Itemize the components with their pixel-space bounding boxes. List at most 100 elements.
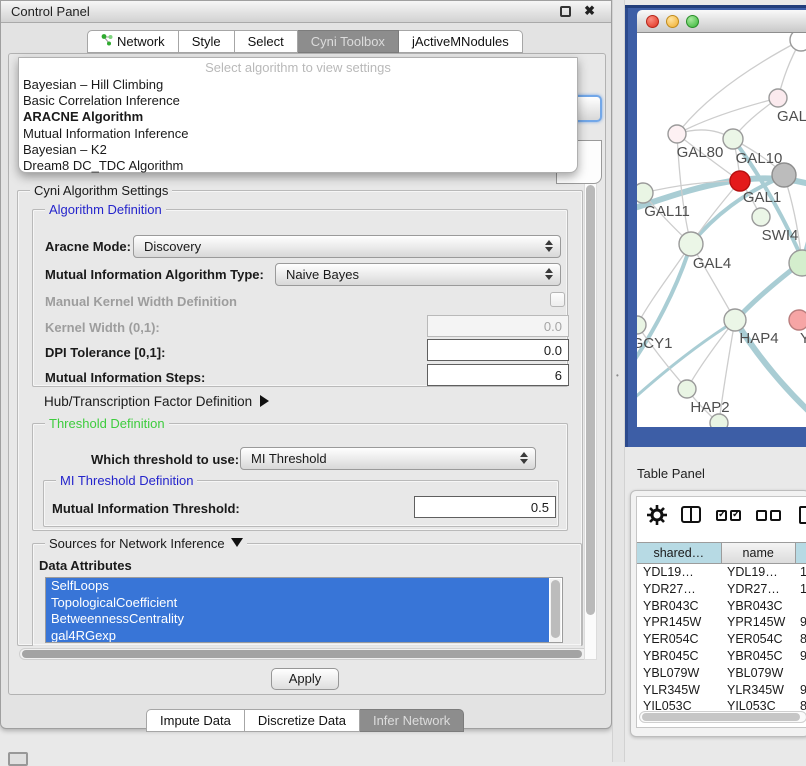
node-label-hap4: HAP4 — [739, 330, 778, 347]
algorithm-option-mutual-information-inference[interactable]: Mutual Information Inference — [21, 126, 575, 142]
table-row[interactable]: YER054CYER054C8. — [637, 631, 806, 648]
attributes-scrollbar[interactable] — [550, 579, 561, 643]
tab-select[interactable]: Select — [235, 30, 298, 53]
column-header-clipped[interactable] — [796, 543, 806, 563]
bottom-tab-discretize-data[interactable]: Discretize Data — [245, 709, 360, 732]
column-header-shared[interactable]: shared… — [637, 543, 722, 563]
hub-section-label: Hub/Transcription Factor Definition — [44, 394, 252, 409]
network-node-hap4[interactable] — [724, 309, 746, 331]
tab-cyni-toolbox[interactable]: Cyni Toolbox — [298, 30, 399, 53]
control-panel-titlebar[interactable]: Control Panel ✖ — [1, 1, 611, 23]
aracne-mode-value: Discovery — [144, 239, 201, 254]
control-panel-title: Control Panel — [11, 4, 90, 19]
network-node-gal4[interactable] — [679, 232, 703, 256]
collapsed-panel-icon[interactable] — [8, 752, 28, 766]
close-icon[interactable]: ✖ — [584, 3, 595, 19]
table-function-icon[interactable] — [799, 506, 806, 524]
network-node-swi4[interactable] — [752, 208, 770, 226]
network-node[interactable] — [790, 33, 806, 51]
tab-jactivemnodules[interactable]: jActiveMNodules — [399, 30, 523, 53]
network-node-gcy1[interactable] — [637, 316, 646, 334]
kernel-width-field[interactable]: 0.0 — [427, 315, 569, 337]
network-node[interactable] — [772, 163, 796, 187]
table-row[interactable]: YBL079WYBL079W — [637, 665, 806, 682]
mi-threshold-value: 0.5 — [531, 500, 549, 515]
algorithm-definition-group: Algorithm Definition Aracne Mode: Discov… — [32, 209, 568, 387]
algorithm-option-dream8-dc-tdc-algorithm[interactable]: Dream8 DC_TDC Algorithm — [21, 158, 575, 174]
zoom-traffic-light-icon[interactable] — [686, 15, 699, 28]
split-panel-icon[interactable] — [681, 506, 701, 523]
table-settings-gear-icon[interactable] — [647, 505, 667, 525]
cell: YDL19… — [727, 565, 778, 579]
bottom-tab-infer-network[interactable]: Infer Network — [360, 709, 464, 732]
table-row[interactable]: YLR345WYLR345W9. — [637, 682, 806, 699]
dpi-tolerance-field[interactable]: 0.0 — [427, 339, 569, 361]
table-row[interactable]: YDR27…YDR27…12 — [637, 581, 806, 598]
node-label-gal1: GAL1 — [743, 189, 781, 206]
bottom-tab-impute-data[interactable]: Impute Data — [146, 709, 245, 732]
which-threshold-select[interactable]: MI Threshold — [240, 447, 536, 470]
network-node-gal10[interactable] — [723, 129, 743, 149]
mi-threshold-definition-title: MI Threshold Definition — [56, 473, 197, 488]
hub-transcription-factor-section[interactable]: Hub/Transcription Factor Definition — [44, 394, 269, 409]
attribute-item-gal4rgexp[interactable]: gal4RGexp — [46, 628, 549, 644]
network-window-titlebar[interactable] — [637, 10, 806, 33]
checked-box-icon[interactable] — [730, 510, 741, 521]
settings-horizontal-scrollbar[interactable] — [19, 648, 597, 660]
unchecked-box-icon[interactable] — [770, 510, 781, 521]
column-header-name[interactable]: name — [722, 543, 796, 563]
algorithm-option-basic-correlation-inference[interactable]: Basic Correlation Inference — [21, 93, 575, 109]
network-node-gal11[interactable] — [637, 183, 653, 203]
attribute-item-betweennesscentrality[interactable]: BetweennessCentrality — [46, 611, 549, 628]
aracne-mode-select[interactable]: Discovery — [133, 235, 561, 258]
dpi-tolerance-value: 0.0 — [544, 343, 562, 358]
attribute-item-topologicalcoefficient[interactable]: TopologicalCoefficient — [46, 595, 549, 612]
mi-threshold-field[interactable]: 0.5 — [414, 496, 556, 518]
tab-style[interactable]: Style — [179, 30, 235, 53]
settings-vertical-scrollbar[interactable] — [584, 182, 597, 660]
checked-box-icon[interactable] — [716, 510, 727, 521]
unchecked-box-icon[interactable] — [756, 510, 767, 521]
mi-steps-value: 6 — [555, 368, 562, 383]
algorithm-option-bayesian-hill-climbing[interactable]: Bayesian – Hill Climbing — [21, 77, 575, 93]
algorithm-option-aracne-algorithm[interactable]: ARACNE Algorithm — [21, 109, 575, 125]
table-row[interactable]: YPR145WYPR145W9. — [637, 614, 806, 631]
mi-steps-field[interactable]: 6 — [427, 364, 569, 386]
algorithm-prompt: Select algorithm to view settings — [19, 60, 577, 75]
tab-network[interactable]: Network — [87, 30, 179, 53]
tab-jactivemnodules-label: jActiveMNodules — [412, 31, 509, 53]
mi-algorithm-type-value: Naive Bayes — [286, 267, 359, 282]
splitter-handle-icon[interactable]: • — [616, 372, 621, 379]
panel-splitter[interactable] — [612, 0, 625, 762]
apply-button[interactable]: Apply — [271, 668, 339, 690]
node-label-gal10: GAL10 — [736, 150, 783, 167]
network-canvas[interactable]: GALGAL80GAL10GAL1GAL11SWI4GAL4GCY1HAP4YH… — [637, 33, 806, 427]
attribute-item-selfloops[interactable]: SelfLoops — [46, 578, 549, 595]
network-node-gal1[interactable] — [730, 171, 750, 191]
manual-kernel-checkbox[interactable] — [550, 292, 565, 307]
network-node-gal[interactable] — [769, 89, 787, 107]
cell: YLR345W — [727, 683, 784, 697]
cell: 9. — [800, 615, 806, 629]
network-node[interactable] — [710, 414, 728, 427]
network-node-y[interactable] — [789, 310, 806, 330]
network-node-hap2[interactable] — [678, 380, 696, 398]
cyni-algorithm-settings-group: Cyni Algorithm Settings Algorithm Defini… — [17, 190, 583, 646]
table-row[interactable]: YBR045CYBR045C9. — [637, 648, 806, 665]
cell: 13 — [800, 565, 806, 579]
minimize-traffic-light-icon[interactable] — [666, 15, 679, 28]
table-row[interactable]: YDL19…YDL19…13 — [637, 564, 806, 581]
algorithm-option-bayesian-k2[interactable]: Bayesian – K2 — [21, 142, 575, 158]
table-horizontal-scrollbar[interactable] — [639, 711, 806, 723]
close-traffic-light-icon[interactable] — [646, 15, 659, 28]
data-attributes-list[interactable]: SelfLoopsTopologicalCoefficientBetweenne… — [45, 577, 563, 643]
table-row[interactable]: YBR043CYBR043C — [637, 598, 806, 615]
node-label-hap2: HAP2 — [690, 399, 729, 416]
sources-title-wrap[interactable]: Sources for Network Inference — [45, 536, 247, 551]
aracne-mode-label: Aracne Mode: — [45, 239, 131, 254]
node-label-gal4: GAL4 — [693, 255, 731, 272]
mi-algorithm-type-select[interactable]: Naive Bayes — [275, 263, 561, 286]
network-node-gal80[interactable] — [668, 125, 686, 143]
float-window-icon[interactable] — [560, 6, 571, 17]
cell: 8. — [800, 632, 806, 646]
